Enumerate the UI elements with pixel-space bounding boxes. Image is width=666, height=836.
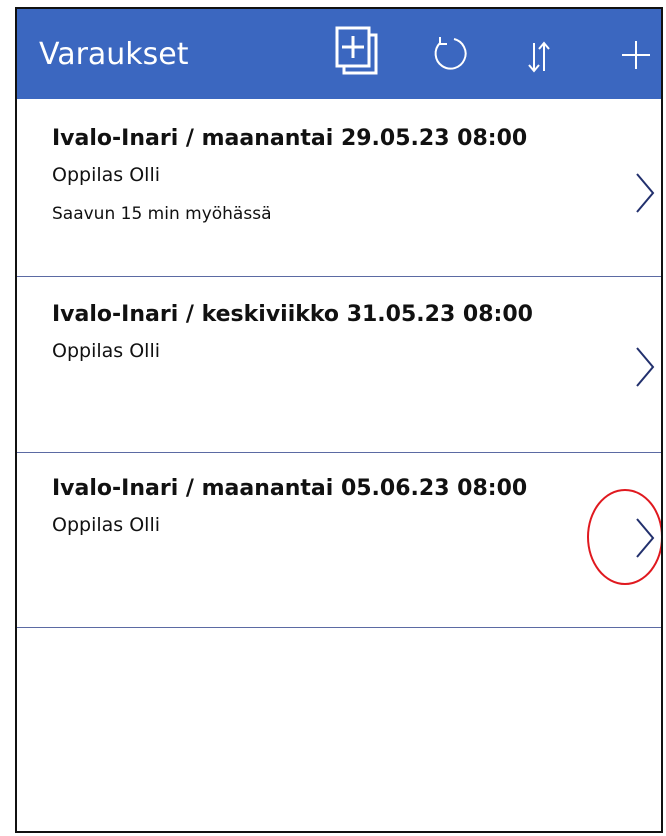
booking-title: Ivalo-Inari / maanantai 05.06.23 08:00	[52, 476, 528, 501]
header-bar: Varaukset	[17, 9, 661, 99]
chevron-right-icon[interactable]	[634, 345, 656, 389]
booking-note: Saavun 15 min myöhässä	[52, 204, 272, 224]
booking-title: Ivalo-Inari / maanantai 29.05.23 08:00	[52, 126, 528, 151]
booking-student: Oppilas Olli	[52, 164, 161, 186]
refresh-icon[interactable]	[430, 34, 470, 74]
booking-student: Oppilas Olli	[52, 514, 161, 536]
list-item[interactable]: Ivalo-Inari / maanantai 05.06.23 08:00 O…	[17, 452, 661, 628]
list-item[interactable]: Ivalo-Inari / keskiviikko 31.05.23 08:00…	[17, 276, 661, 453]
chevron-right-icon[interactable]	[634, 171, 656, 215]
list-item[interactable]: Ivalo-Inari / maanantai 29.05.23 08:00 O…	[17, 99, 661, 277]
booking-student: Oppilas Olli	[52, 340, 161, 362]
plus-icon[interactable]	[618, 37, 654, 73]
highlight-circle	[587, 489, 661, 585]
page-title: Varaukset	[39, 37, 189, 72]
add-item-icon[interactable]	[335, 26, 383, 78]
app-screen: Varaukset Ivalo-Inari / maanantai 29.05.…	[15, 7, 663, 833]
booking-title: Ivalo-Inari / keskiviikko 31.05.23 08:00	[52, 302, 533, 327]
sort-icon[interactable]	[527, 37, 551, 77]
